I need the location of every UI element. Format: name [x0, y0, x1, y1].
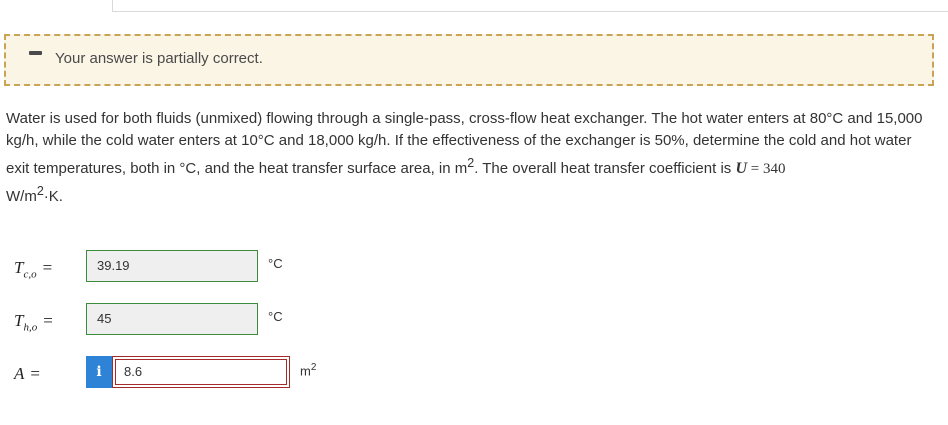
- label-equals: =: [43, 311, 53, 330]
- label-tco: Tc,o =: [14, 258, 52, 280]
- dash-icon: [29, 51, 42, 55]
- info-icon[interactable]: i: [86, 356, 112, 388]
- variable-U: U: [735, 160, 748, 177]
- unit-area: m2: [300, 362, 316, 378]
- label-subscript: h,o: [23, 321, 38, 334]
- label-equals: =: [30, 364, 40, 383]
- label-equals: =: [42, 258, 53, 277]
- unit-area-sup: 2: [310, 362, 317, 373]
- answer-field-area-value[interactable]: 8.6: [115, 359, 287, 385]
- feedback-banner: Your answer is partially correct.: [4, 34, 934, 86]
- answer-row-area: A = i 8.6 m2: [0, 356, 948, 392]
- question-part3: W/m: [6, 188, 37, 205]
- question-part2: . The overall heat transfer coefficient …: [474, 160, 736, 177]
- top-frame: [112, 0, 948, 12]
- answer-field-area[interactable]: 8.6: [112, 356, 290, 388]
- label-symbol: A: [14, 364, 25, 383]
- unit-area-base: m: [300, 363, 311, 379]
- feedback-message: Your answer is partially correct.: [55, 50, 263, 67]
- label-subscript: c,o: [23, 268, 37, 281]
- question-part4: ·K.: [43, 188, 63, 205]
- answer-field-tho[interactable]: 45: [86, 303, 258, 335]
- unit-tho: °C: [268, 309, 283, 324]
- answer-row-tco: Tc,o = 39.19 °C: [0, 250, 948, 286]
- answer-row-tho: Th,o = 45 °C: [0, 303, 948, 339]
- equation-value: = 340: [747, 161, 786, 177]
- question-text: Water is used for both fluids (unmixed) …: [6, 108, 934, 208]
- unit-tco: °C: [268, 256, 283, 271]
- answer-field-tco[interactable]: 39.19: [86, 250, 258, 282]
- label-tho: Th,o =: [14, 311, 53, 333]
- question-sup-2: 2: [36, 184, 44, 198]
- label-area: A =: [14, 364, 40, 384]
